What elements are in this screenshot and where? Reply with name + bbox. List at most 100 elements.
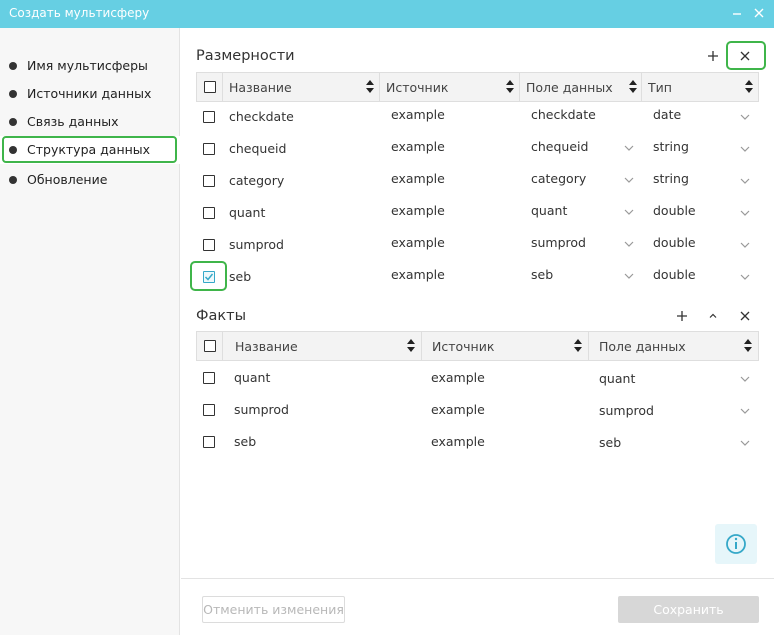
chevron-down-icon[interactable] [740,113,750,121]
column-field[interactable]: Поле данных [520,73,642,101]
column-source[interactable]: Источник [422,332,589,360]
chevron-down-icon[interactable] [740,145,750,153]
dimension-row[interactable]: category example category string [196,166,759,198]
add-fact-button[interactable] [674,308,690,324]
dimension-row[interactable]: sumprod example sumprod double [196,230,759,262]
select-all-cell [197,73,223,101]
move-up-fact-button[interactable] [705,308,721,324]
column-source[interactable]: Источник [380,73,520,101]
dimension-name: seb [229,269,252,284]
step-bullet-icon [9,146,17,154]
remove-fact-button[interactable] [737,308,753,324]
row-checkbox[interactable] [203,239,215,251]
sort-icon[interactable] [574,338,582,354]
column-field[interactable]: Поле данных [589,332,759,360]
chevron-down-icon[interactable] [740,241,750,249]
sort-icon[interactable] [366,79,374,95]
fact-source: example [431,434,485,449]
chevron-down-icon[interactable] [740,439,750,447]
dimension-field[interactable]: quant [531,203,567,218]
sort-icon[interactable] [407,338,415,354]
title-bar: Создать мультисферу [0,0,774,28]
checkmark-icon [204,273,214,281]
dimensions-title: Размерности [196,48,295,64]
dimension-type[interactable]: string [653,139,689,154]
footer-divider [181,578,774,579]
column-name[interactable]: Название [223,332,422,360]
chevron-down-icon[interactable] [740,177,750,185]
chevron-down-icon[interactable] [740,273,750,281]
dimension-field[interactable]: seb [531,267,553,282]
dimension-source: example [391,107,445,122]
dimension-row[interactable]: seb example seb double [196,262,759,294]
column-header-label: Поле данных [599,339,686,354]
chevron-down-icon[interactable] [624,208,634,216]
dimension-field[interactable]: chequeid [531,139,588,154]
row-checkbox[interactable] [203,143,215,155]
select-all-checkbox[interactable] [204,81,216,93]
row-checkbox[interactable] [203,436,215,448]
row-checkbox[interactable] [203,404,215,416]
row-checkbox[interactable] [203,372,215,384]
step-data-sources[interactable]: Источники данных [0,80,180,108]
dimension-name: category [229,173,285,188]
minimize-button[interactable] [728,4,746,22]
fact-field[interactable]: seb [599,435,621,450]
dimension-row[interactable]: chequeid example chequeid string [196,134,759,166]
revert-changes-button[interactable]: Отменить изменения [202,596,345,623]
select-all-checkbox[interactable] [204,340,216,352]
close-window-button[interactable] [750,4,768,22]
plus-icon [708,51,718,61]
row-checkbox[interactable] [203,207,215,219]
fact-row[interactable]: seb example seb [196,426,759,458]
step-data-link[interactable]: Связь данных [0,108,180,136]
step-multisphere-name[interactable]: Имя мультисферы [0,52,180,80]
dimension-row[interactable]: quant example quant double [196,198,759,230]
fact-field[interactable]: sumprod [599,403,654,418]
dimension-type[interactable]: double [653,203,696,218]
column-type[interactable]: Тип [642,73,759,101]
sort-icon[interactable] [744,338,752,354]
chevron-down-icon[interactable] [624,144,634,152]
dimension-row[interactable]: checkdate example checkdate date [196,102,759,134]
fact-row[interactable]: quant example quant [196,362,759,394]
row-checkbox[interactable] [203,111,215,123]
dimension-source: example [391,139,445,154]
dimension-type[interactable]: date [653,107,681,122]
chevron-down-icon[interactable] [740,407,750,415]
sort-icon[interactable] [745,79,753,95]
sort-icon[interactable] [629,79,637,95]
remove-dimension-button[interactable] [737,48,753,64]
row-checkbox[interactable] [203,175,215,187]
dimension-type[interactable]: string [653,171,689,186]
fact-source: example [431,370,485,385]
info-button[interactable] [715,524,757,564]
dimension-field[interactable]: checkdate [531,107,596,122]
chevron-down-icon[interactable] [624,176,634,184]
dimension-source: example [391,267,445,282]
column-name[interactable]: Название [223,73,380,101]
save-button[interactable]: Сохранить [618,596,759,623]
fact-name: seb [234,434,257,449]
dimension-name: chequeid [229,141,287,156]
chevron-down-icon[interactable] [740,209,750,217]
step-bullet-icon [9,62,17,70]
chevron-down-icon[interactable] [624,240,634,248]
sort-icon[interactable] [506,79,514,95]
column-header-label: Источник [386,80,449,95]
add-dimension-button[interactable] [705,48,721,64]
step-data-structure[interactable]: Структура данных [0,136,180,164]
chevron-down-icon[interactable] [624,272,634,280]
dimension-type[interactable]: double [653,267,696,282]
chevron-up-icon [709,313,717,318]
fact-row[interactable]: sumprod example sumprod [196,394,759,426]
step-update[interactable]: Обновление [0,166,180,194]
step-label: Имя мультисферы [27,58,148,73]
fact-field[interactable]: quant [599,371,635,386]
close-icon [754,8,764,18]
dimension-field[interactable]: category [531,171,586,186]
dimension-field[interactable]: sumprod [531,235,586,250]
chevron-down-icon[interactable] [740,375,750,383]
dimension-type[interactable]: double [653,235,696,250]
row-checkbox[interactable] [203,271,215,283]
